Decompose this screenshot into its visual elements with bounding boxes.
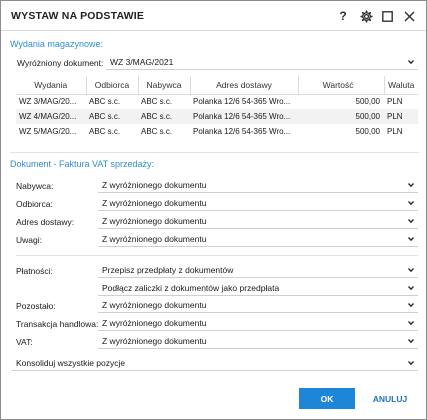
title-bar: WYSTAW NA PODSTAWIE ? <box>1 1 426 31</box>
cell-value: 500,00 <box>298 109 384 124</box>
cell-address: Polanka 12/6 54-365 Wro... <box>193 127 291 136</box>
delivery-address-label: Adres dostawy: <box>16 217 75 227</box>
cell-recipient: ABC s.c. <box>89 127 121 136</box>
column-header[interactable]: Nabywca <box>137 76 190 95</box>
table-row[interactable]: WZ 3/MAG/20... ABC s.c. ABC s.c. Polanka… <box>16 94 418 109</box>
vat-select[interactable]: Z wyróżnionego dokumentu <box>98 333 418 349</box>
recipient-label: Odbiorca: <box>16 199 53 209</box>
maximize-icon[interactable] <box>378 7 396 25</box>
consolidate-value: Konsoliduj wszystkie pozycje <box>16 358 126 368</box>
chevron-down-icon <box>408 339 414 344</box>
warehouse-documents-table: Wydania Odbiorca Nabywca Adres dostawy W… <box>16 76 418 139</box>
transaction-select[interactable]: Z wyróżnionego dokumentu <box>98 315 418 331</box>
payments-value: Przepisz przedpłaty z dokumentów <box>102 265 234 275</box>
cell-address: Polanka 12/6 54-365 Wro... <box>190 109 298 124</box>
buyer-label: Nabywca: <box>16 181 54 191</box>
chevron-down-icon <box>408 321 414 326</box>
notes-value: Z wyróżnionego dokumentu <box>102 234 207 244</box>
cell-address: Polanka 12/6 54-365 Wro... <box>193 97 291 107</box>
column-header[interactable]: Odbiorca <box>85 76 138 95</box>
remaining-value: Z wyróżnionego dokumentu <box>102 300 207 310</box>
gear-icon[interactable] <box>357 7 375 25</box>
chevron-down-icon <box>408 361 414 366</box>
cell-recipient: ABC s.c. <box>89 97 121 107</box>
notes-label: Uwagi: <box>16 235 42 245</box>
delivery-address-value: Z wyróżnionego dokumentu <box>102 216 207 226</box>
cell-value: 500,00 <box>355 127 380 136</box>
cell-document: WZ 5/MAG/20... <box>19 127 77 136</box>
cell-buyer: ABC s.c. <box>138 109 190 124</box>
remaining-label: Pozostało: <box>16 301 56 311</box>
vat-value: Z wyróżnionego dokumentu <box>102 336 207 346</box>
column-header[interactable]: Wydania <box>16 76 86 95</box>
buyer-value: Z wyróżnionego dokumentu <box>102 180 207 190</box>
cell-buyer: ABC s.c. <box>141 97 173 107</box>
transaction-value: Z wyróżnionego dokumentu <box>102 318 207 328</box>
vat-label: VAT: <box>16 337 33 347</box>
table-row[interactable]: WZ 4/MAG/20... ABC s.c. ABC s.c. Polanka… <box>16 109 418 124</box>
section-divider <box>10 152 419 153</box>
delivery-address-select[interactable]: Z wyróżnionego dokumentu <box>98 213 418 229</box>
recipient-select[interactable]: Z wyróżnionego dokumentu <box>98 195 418 211</box>
advance-payments-value: Podłącz zaliczki z dokumentów jako przed… <box>102 283 280 293</box>
chevron-down-icon <box>408 201 414 206</box>
highlighted-document-value: WZ 3/MAG/2021 <box>110 57 174 67</box>
document-section-title: Dokument - Faktura VAT sprzedaży: <box>10 159 155 169</box>
cell-currency: PLN <box>387 127 403 136</box>
cancel-button[interactable]: ANULUJ <box>367 388 413 409</box>
ok-button[interactable]: OK <box>299 388 355 409</box>
transaction-label: Transakcja handlowa: <box>16 319 99 329</box>
cell-recipient: ABC s.c. <box>86 109 138 124</box>
highlighted-document-select[interactable]: WZ 3/MAG/2021 <box>106 54 418 70</box>
help-icon[interactable]: ? <box>334 7 352 25</box>
chevron-down-icon <box>408 286 414 291</box>
cell-document: WZ 4/MAG/20... <box>16 109 86 124</box>
advance-payments-select[interactable]: Podłącz zaliczki z dokumentów jako przed… <box>98 280 418 296</box>
column-header[interactable]: Waluta <box>383 76 418 95</box>
table-header-row: Wydania Odbiorca Nabywca Adres dostawy W… <box>16 76 418 95</box>
highlighted-document-label: Wyróżniony dokument: <box>17 58 104 68</box>
recipient-value: Z wyróżnionego dokumentu <box>102 198 207 208</box>
notes-select[interactable]: Z wyróżnionego dokumentu <box>98 231 418 247</box>
cell-currency: PLN <box>384 109 418 124</box>
cell-document: WZ 3/MAG/20... <box>19 97 77 107</box>
chevron-down-icon <box>408 60 414 65</box>
cell-buyer: ABC s.c. <box>141 127 173 136</box>
dialog-window: WYSTAW NA PODSTAWIE ? Wydania magazynowe… <box>0 0 427 420</box>
column-header[interactable]: Wartość <box>297 76 384 95</box>
dialog-title: WYSTAW NA PODSTAWIE <box>11 10 145 22</box>
cell-currency: PLN <box>387 97 403 107</box>
cell-value: 500,00 <box>355 97 380 107</box>
chevron-down-icon <box>408 268 414 273</box>
close-icon[interactable] <box>400 7 418 25</box>
payments-select[interactable]: Przepisz przedpłaty z dokumentów <box>98 262 418 278</box>
remaining-select[interactable]: Z wyróżnionego dokumentu <box>98 297 418 313</box>
chevron-down-icon <box>408 183 414 188</box>
chevron-down-icon <box>408 219 414 224</box>
consolidate-select[interactable]: Konsoliduj wszystkie pozycje <box>12 355 418 371</box>
chevron-down-icon <box>408 237 414 242</box>
warehouse-section-title: Wydania magazynowe: <box>10 39 103 49</box>
table-row[interactable]: WZ 5/MAG/20... ABC s.c. ABC s.c. Polanka… <box>16 124 418 139</box>
column-header[interactable]: Adres dostawy <box>189 76 298 95</box>
payments-label: Płatności: <box>16 266 53 276</box>
buyer-select[interactable]: Z wyróżnionego dokumentu <box>98 177 418 193</box>
group-divider <box>16 255 418 256</box>
chevron-down-icon <box>408 303 414 308</box>
